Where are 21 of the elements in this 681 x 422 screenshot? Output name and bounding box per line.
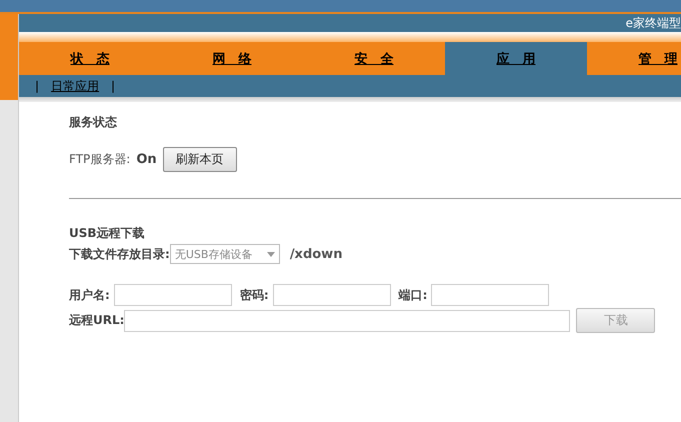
field-label: 远程URL: (69, 312, 124, 329)
separator-mark: | (35, 79, 40, 93)
url-field[interactable] (124, 310, 570, 332)
nav-tab[interactable]: 应 用 (445, 42, 587, 75)
caret-icon (266, 252, 275, 256)
header-title: e家终端型 (626, 14, 681, 32)
field-label: 用户名: (69, 286, 110, 304)
field-label: 下载文件存放目录: (69, 246, 170, 262)
subnav-link[interactable]: 日常应用 (51, 78, 100, 94)
field-label: 端口: (398, 286, 428, 304)
section-heading: 服务状态 (69, 114, 118, 131)
port-field[interactable] (431, 284, 550, 306)
field-label: FTP服务器: (69, 151, 130, 168)
username-field[interactable] (114, 284, 232, 306)
directory-path: /xdown (290, 246, 342, 262)
separator-mark: | (111, 79, 116, 93)
field-label: 密码: (240, 286, 269, 304)
refresh-button[interactable]: 刷新本页 (162, 147, 237, 172)
section-heading: USB远程下载 (69, 225, 146, 242)
status-value: On (136, 152, 157, 167)
password-field[interactable] (272, 284, 391, 306)
